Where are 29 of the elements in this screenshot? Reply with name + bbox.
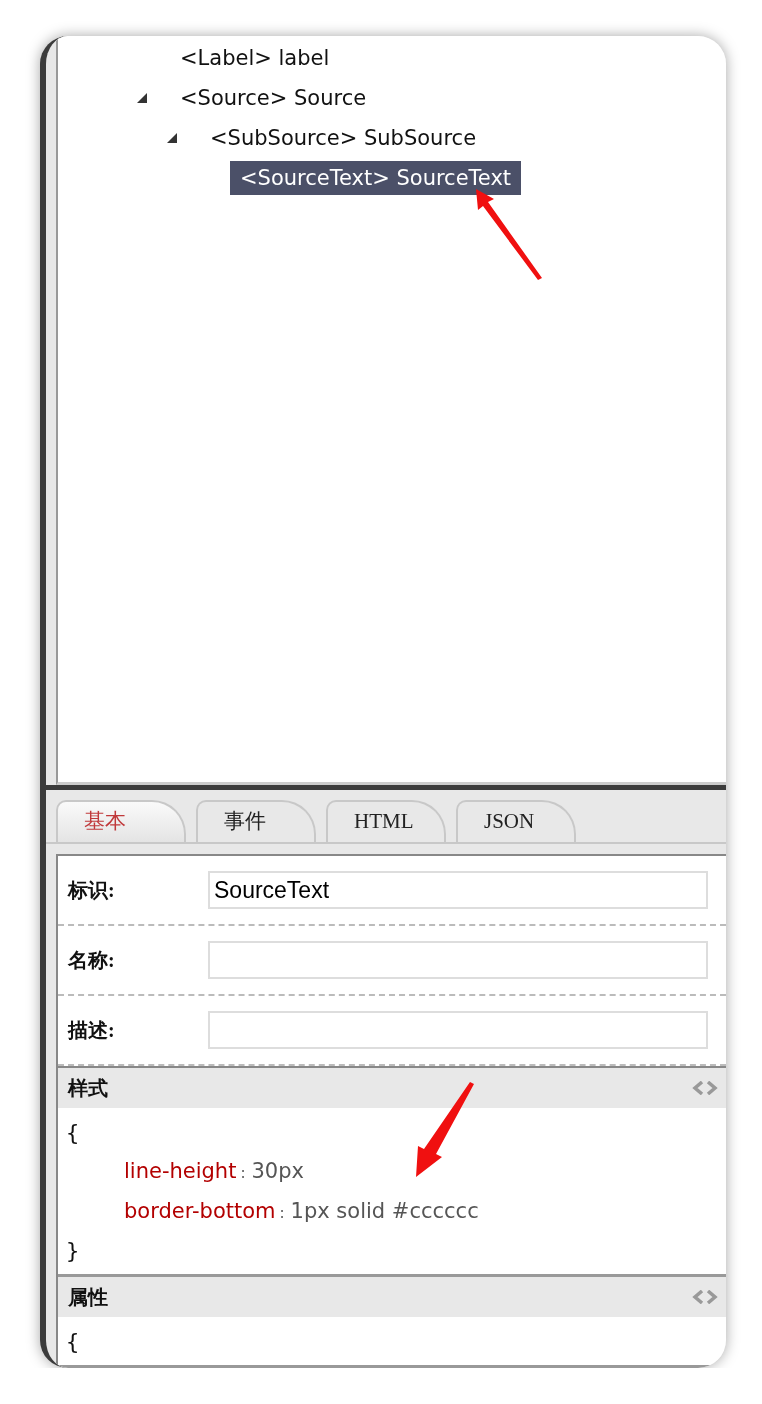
tree-item[interactable]: <SourceText> SourceText: [230, 161, 522, 195]
tree-item[interactable]: <Source> Source: [170, 81, 377, 115]
section-title: 属性: [68, 1285, 108, 1310]
input-field[interactable]: [208, 1011, 708, 1049]
code-brace: {: [66, 1119, 81, 1147]
tab[interactable]: HTML: [326, 800, 446, 842]
input-field[interactable]: [208, 941, 708, 979]
field-label: 标识:: [66, 878, 116, 903]
tree-item[interactable]: <Label> label: [170, 41, 340, 75]
css-value: 1px solid #cccccc: [290, 1199, 479, 1223]
field-label: 描述:: [66, 1018, 116, 1043]
css-colon: :: [279, 1204, 285, 1222]
field-label: 名称:: [67, 948, 116, 973]
input-field[interactable]: SourceText: [208, 871, 708, 909]
code-toggle-icon[interactable]: [692, 1290, 718, 1304]
css-value: 30px: [251, 1159, 304, 1183]
css-property: border-bottom: [124, 1199, 276, 1223]
tab[interactable]: JSON: [456, 800, 576, 842]
code-toggle-icon[interactable]: [692, 1081, 718, 1095]
css-property: line-height: [124, 1159, 237, 1183]
expand-triangle-icon[interactable]: [166, 132, 178, 144]
code-brace: {: [66, 1328, 81, 1356]
tab[interactable]: 事件: [196, 800, 316, 842]
expand-triangle-icon[interactable]: [136, 92, 148, 104]
css-colon: :: [240, 1164, 246, 1182]
section-title: 样式: [68, 1076, 108, 1101]
code-brace: }: [66, 1237, 81, 1265]
tab[interactable]: 基本: [56, 800, 186, 842]
tree-item[interactable]: <SubSource> SubSource: [200, 121, 487, 155]
